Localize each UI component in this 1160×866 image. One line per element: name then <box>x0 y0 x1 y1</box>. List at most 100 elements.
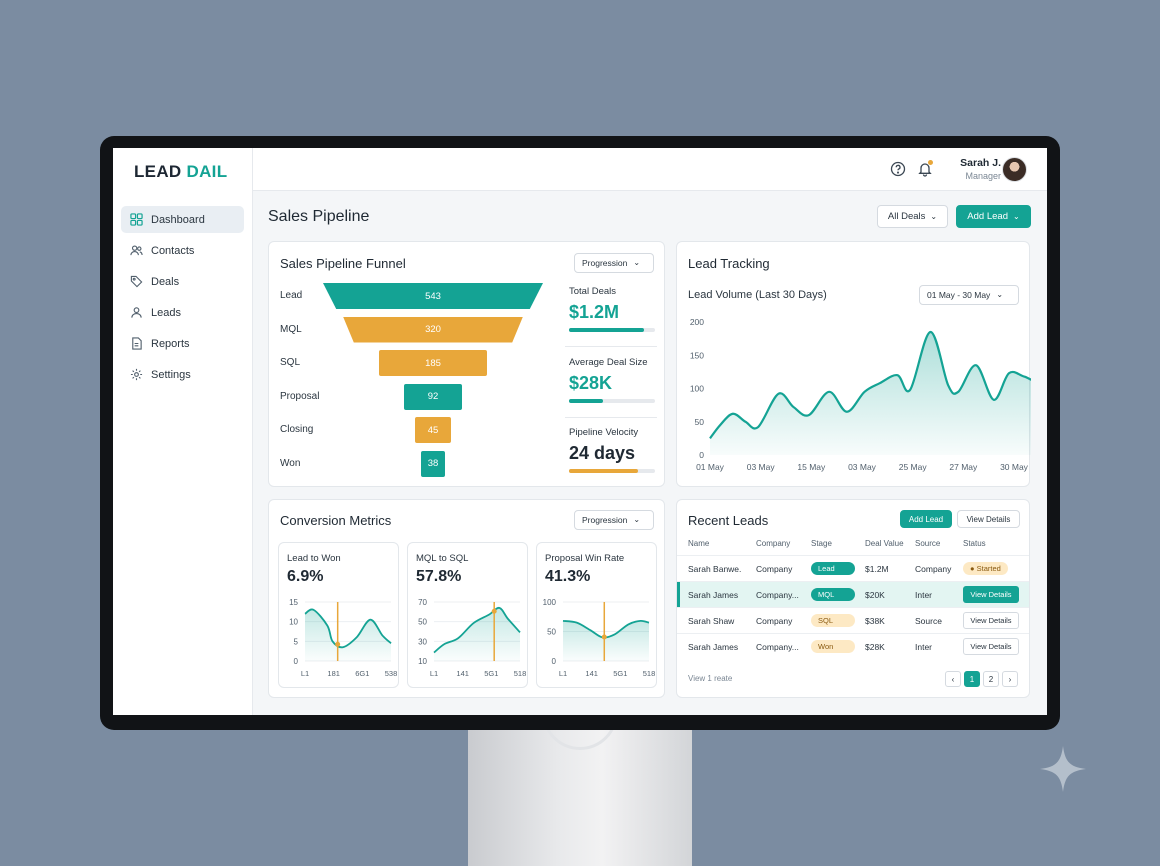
cell-source: Inter <box>915 642 933 652</box>
grid-icon <box>130 213 143 226</box>
x-tick-label: L1 <box>430 669 438 678</box>
column-header-deal-value: Deal Value <box>865 539 904 548</box>
funnel-stage-label: MQL <box>280 323 302 335</box>
x-tick-label: 141 <box>456 669 469 678</box>
stage-badge: Won <box>811 640 855 653</box>
pagination-page-2[interactable]: 2 <box>983 671 999 687</box>
funnel-card: Sales Pipeline Funnel Progression ⌄ Lead… <box>268 241 665 487</box>
cell-name: Sarah James <box>688 642 739 652</box>
cell-company: Company... <box>756 590 799 600</box>
y-tick-label: 50 <box>418 618 427 627</box>
x-tick-label: 01 May <box>696 462 725 472</box>
sidebar: LEAD DAIL Dashboard Contacts Deals Leads… <box>113 148 253 715</box>
x-tick-label: 141 <box>585 669 598 678</box>
y-tick-label: 100 <box>543 598 557 607</box>
y-tick-label: 50 <box>547 628 556 637</box>
recent-view-details-button[interactable]: View Details <box>957 510 1020 528</box>
view-details-button[interactable]: View Details <box>963 586 1019 603</box>
app-window: LEAD DAIL Dashboard Contacts Deals Leads… <box>113 148 1047 715</box>
metric-label-total-deals: Total Deals <box>569 286 616 297</box>
sidebar-item-leads[interactable]: Leads <box>121 299 244 326</box>
column-header-company: Company <box>756 539 791 548</box>
select-value: Progression <box>582 258 628 268</box>
table-row[interactable]: Sarah Banwe. Company Lead $1.2M Company ● Sta… <box>677 555 1029 581</box>
funnel-stage-label: SQL <box>280 357 301 368</box>
funnel-bar[interactable]: 38 <box>421 450 445 477</box>
y-tick-label: 15 <box>289 598 298 607</box>
table-row[interactable]: Sarah Shaw Company SQL $38K Source View Detai… <box>677 607 1029 633</box>
marker-dot <box>335 641 341 647</box>
x-tick-label: 181 <box>327 669 340 678</box>
sidebar-item-label: Contacts <box>151 244 195 257</box>
cell-company: Company <box>756 564 793 574</box>
users-icon <box>130 244 143 257</box>
lead-tracking-card: Lead Tracking Lead Volume (Last 30 Days)… <box>676 241 1031 487</box>
sidebar-item-label: Reports <box>151 337 190 350</box>
divider <box>565 346 657 347</box>
lead-volume-chart: 0 50 100 150 200 01 May 03 May 15 May 03 May 25 M… <box>690 317 1031 472</box>
mini-area <box>434 607 520 661</box>
column-header-stage: Stage <box>811 539 832 548</box>
y-tick-label: 200 <box>690 317 704 327</box>
funnel-bar[interactable]: 45 <box>415 417 451 443</box>
sidebar-item-reports[interactable]: Reports <box>121 330 244 357</box>
chevron-down-icon: ⌄ <box>930 211 938 221</box>
funnel-stage-label: Won <box>280 457 301 469</box>
y-tick-label: 50 <box>695 417 705 427</box>
sidebar-item-label: Settings <box>151 368 191 381</box>
sidebar-item-dashboard[interactable]: Dashboard <box>121 206 244 233</box>
pagination-prev[interactable]: ‹ <box>945 671 961 687</box>
y-tick-label: 150 <box>690 350 704 360</box>
metric-label-avg-deal: Average Deal Size <box>569 357 648 368</box>
status-badge: ● Started <box>963 562 1008 575</box>
sidebar-nav: Dashboard Contacts Deals Leads Reports S… <box>113 206 252 388</box>
sidebar-item-label: Deals <box>151 275 180 288</box>
pagination-next[interactable]: › <box>1002 671 1018 687</box>
funnel-bar[interactable]: 543 <box>323 283 543 309</box>
conversion-metrics-card: Conversion Metrics Progression ⌄ Lead to… <box>268 499 665 698</box>
funnel-progression-select[interactable]: Progression ⌄ <box>574 253 654 273</box>
table-row[interactable]: Sarah James Company... Won $28K Inter View De… <box>677 633 1029 659</box>
metric-progress-fill <box>569 469 638 473</box>
metric-progress-total-deals <box>569 328 655 332</box>
sidebar-item-settings[interactable]: Settings <box>121 361 244 388</box>
page-title: Sales Pipeline <box>268 208 370 225</box>
top-bar: Sarah J. Manager <box>253 148 1047 191</box>
column-header-status: Status <box>963 539 986 548</box>
y-tick-label: 30 <box>418 637 427 646</box>
sidebar-item-deals[interactable]: Deals <box>121 268 244 295</box>
gear-icon <box>130 368 143 381</box>
metric-progress-fill <box>569 399 604 403</box>
view-details-button[interactable]: View Details <box>963 638 1019 655</box>
user-menu[interactable]: Sarah J. Manager <box>960 157 1001 181</box>
recent-leads-title: Recent Leads <box>688 513 769 528</box>
chevron-down-icon: ⌄ <box>633 515 641 524</box>
funnel-bar[interactable]: 92 <box>404 383 462 410</box>
table-row[interactable]: Sarah James Company... MQL $20K Inter View De… <box>677 581 1029 607</box>
monitor: LEAD DAIL Dashboard Contacts Deals Leads… <box>100 136 1060 730</box>
help-icon[interactable] <box>890 161 906 177</box>
sidebar-item-label: Leads <box>151 306 181 319</box>
marker-dot <box>601 634 607 640</box>
sidebar-item-contacts[interactable]: Contacts <box>121 237 244 264</box>
brand-logo: LEAD DAIL <box>113 162 252 206</box>
y-tick-label: 0 <box>552 657 557 666</box>
avatar[interactable] <box>1002 157 1027 182</box>
y-tick-label: 10 <box>289 618 298 627</box>
divider <box>565 417 657 418</box>
all-deals-dropdown[interactable]: All Deals ⌄ <box>877 205 948 228</box>
recent-add-lead-button[interactable]: Add Lead <box>900 510 952 528</box>
pagination-page-1[interactable]: 1 <box>964 671 980 687</box>
x-tick-label: 25 May <box>899 462 928 472</box>
add-lead-button[interactable]: Add Lead ⌄ <box>956 205 1031 228</box>
metric-value-total-deals: $1.2M <box>569 302 620 322</box>
metric-progress-avg-deal <box>569 399 655 403</box>
funnel-bar[interactable]: 320 <box>343 316 523 343</box>
mini-sparkline: 100 50 0L1 141 5G1 518 <box>543 598 656 678</box>
brand-part1: LEAD <box>134 162 182 181</box>
x-tick-label: 27 May <box>949 462 978 472</box>
funnel-bar[interactable]: 185 <box>379 350 487 376</box>
conversion-progression-select[interactable]: Progression ⌄ <box>574 510 654 530</box>
view-details-button[interactable]: View Details <box>963 612 1019 629</box>
mini-area <box>305 609 391 661</box>
